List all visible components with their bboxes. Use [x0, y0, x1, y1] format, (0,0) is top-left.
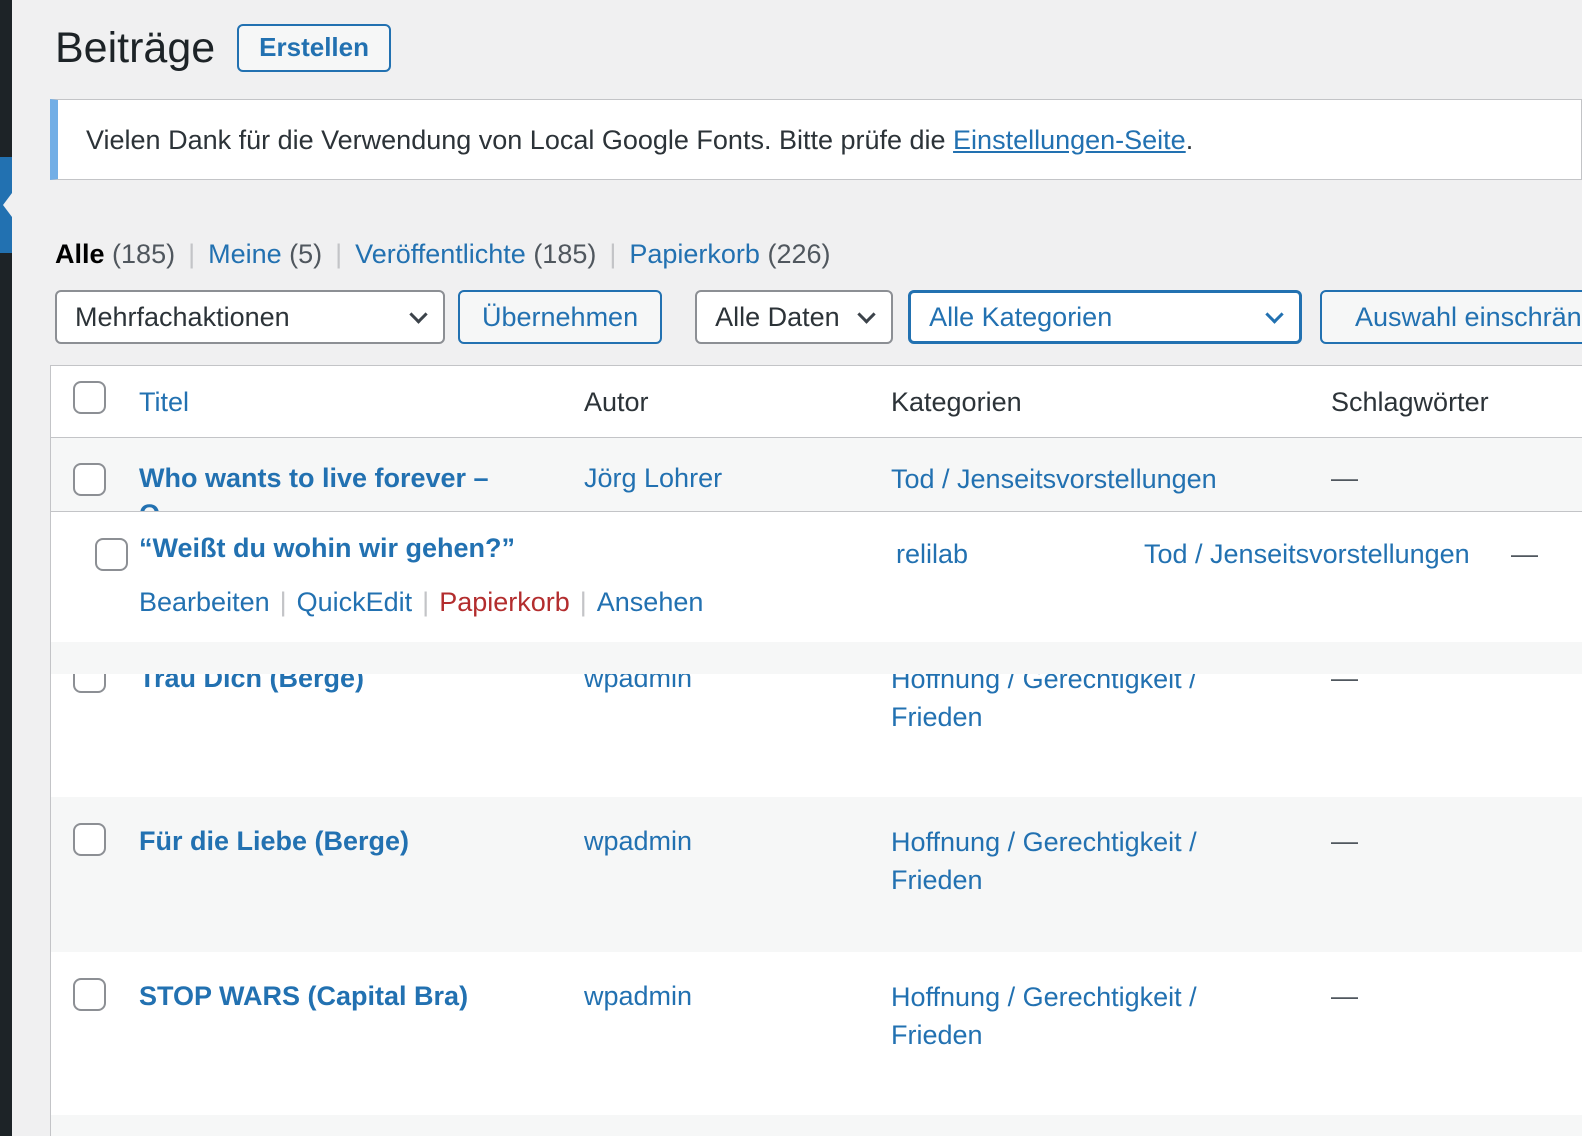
bulk-actions-select[interactable]: Mehrfachaktionen	[55, 290, 445, 344]
view-link-meine[interactable]: Meine (5)	[208, 236, 322, 272]
category-link[interactable]: Hoffnung / Gerechtigkeit /Frieden	[891, 978, 1331, 1054]
admin-menu-strip[interactable]	[0, 0, 12, 1136]
view-action-link[interactable]: Ansehen	[597, 587, 704, 617]
page-header: Beiträge Erstellen	[55, 22, 391, 74]
tags-value: —	[1331, 674, 1582, 696]
separator: |	[280, 587, 287, 617]
author-link[interactable]: Jörg Lohrer	[584, 463, 722, 493]
separator: |	[335, 236, 342, 272]
author-link[interactable]: wpadmin	[584, 981, 692, 1011]
list-toolbar: Mehrfachaktionen Übernehmen Alle Daten A…	[55, 290, 1582, 344]
post-title-link[interactable]: Who wants to live forever –	[139, 460, 584, 496]
category-filter-select[interactable]: Alle Kategorien	[908, 290, 1302, 344]
admin-menu-current-item[interactable]	[0, 157, 12, 253]
row-actions: Bearbeiten | QuickEdit | Papierkorb | Ansehen	[139, 584, 703, 620]
separator: |	[609, 236, 616, 272]
table-row: STOP WARS (Capital Bra) wpadmin Hoffnung…	[51, 952, 1582, 1115]
author-link[interactable]: relilab	[896, 536, 968, 572]
post-title-link[interactable]: “Weißt du wohin wir gehen?”	[139, 530, 515, 566]
separator: |	[580, 587, 587, 617]
view-link-alle[interactable]: Alle (185)	[55, 236, 175, 272]
chevron-down-icon	[857, 305, 875, 323]
notice-text-before: Vielen Dank für die Verwendung von Local…	[86, 125, 953, 155]
date-filter-value: Alle Daten	[715, 299, 840, 335]
trash-action-link[interactable]: Papierkorb	[439, 587, 570, 617]
category-link[interactable]: Tod / Jenseitsvorstellungen	[1144, 536, 1470, 572]
author-header: Autor	[584, 384, 891, 420]
view-link-papierkorb[interactable]: Papierkorb (226)	[629, 236, 830, 272]
filter-button[interactable]: Auswahl einschränken	[1320, 290, 1582, 344]
separator: |	[422, 587, 429, 617]
apply-button[interactable]: Übernehmen	[458, 290, 662, 344]
category-filter-value: Alle Kategorien	[929, 299, 1112, 335]
row-checkbox[interactable]	[95, 538, 128, 571]
edit-action-link[interactable]: Bearbeiten	[139, 587, 270, 617]
row-checkbox[interactable]	[73, 823, 106, 856]
tags-value: —	[1331, 823, 1582, 859]
next-row-band	[51, 1115, 1582, 1136]
categories-header: Kategorien	[891, 384, 1331, 420]
post-title-link[interactable]: Für die Liebe (Berge)	[139, 826, 409, 856]
category-link[interactable]: Tod / Jenseitsvorstellungen	[891, 460, 1331, 498]
chevron-down-icon	[1265, 305, 1283, 323]
row-checkbox[interactable]	[73, 463, 106, 496]
author-link[interactable]: wpadmin	[584, 826, 692, 856]
tags-value: —	[1511, 536, 1538, 572]
tags-value: —	[1331, 460, 1582, 496]
table-header-row: Titel Autor Kategorien Schlagwörter	[51, 366, 1582, 438]
table-row: Trau Dich (Berge) wpadmin Hoffnung / Ger…	[51, 674, 1582, 797]
view-link-veroeffentlichte[interactable]: Veröffentlichte (185)	[355, 236, 596, 272]
author-link[interactable]: wpadmin	[584, 674, 692, 693]
table-row: Who wants to live forever – Q Jörg Lohre…	[51, 438, 1582, 511]
bulk-actions-value: Mehrfachaktionen	[75, 299, 290, 335]
tags-value: —	[1331, 978, 1582, 1014]
category-link[interactable]: Hoffnung / Gerechtigkeit /Frieden	[891, 823, 1331, 899]
view-filter-links: Alle (185) | Meine (5) | Veröffentlichte…	[55, 236, 830, 272]
row-checkbox[interactable]	[73, 978, 106, 1011]
notice-text: Vielen Dank für die Verwendung von Local…	[86, 122, 1193, 158]
page-title: Beiträge	[55, 22, 215, 74]
tags-header: Schlagwörter	[1331, 384, 1582, 420]
quickedit-action-link[interactable]: QuickEdit	[297, 587, 413, 617]
notice-text-suffix: .	[1186, 125, 1194, 155]
chevron-down-icon	[409, 305, 427, 323]
post-title-link[interactable]: STOP WARS (Capital Bra)	[139, 981, 468, 1011]
date-filter-select[interactable]: Alle Daten	[695, 290, 893, 344]
table-row: Für die Liebe (Berge) wpadmin Hoffnung /…	[51, 797, 1582, 952]
sort-title-header[interactable]: Titel	[139, 387, 189, 417]
create-post-button[interactable]: Erstellen	[237, 24, 391, 72]
select-all-checkbox[interactable]	[73, 381, 106, 414]
posts-table: Titel Autor Kategorien Schlagwörter Who …	[50, 365, 1582, 1136]
post-title-link-line2[interactable]: Q	[139, 496, 584, 511]
notice-banner: Vielen Dank für die Verwendung von Local…	[50, 99, 1582, 180]
row-spacer-band	[51, 642, 1582, 674]
post-title-link[interactable]: Trau Dich (Berge)	[139, 674, 364, 693]
row-checkbox[interactable]	[73, 674, 106, 693]
table-row: “Weißt du wohin wir gehen?” Bearbeiten | Q…	[51, 511, 1582, 642]
separator: |	[188, 236, 195, 272]
settings-page-link[interactable]: Einstellungen-Seite	[953, 125, 1186, 155]
category-link[interactable]: Hoffnung / Gerechtigkeit /Frieden	[891, 674, 1331, 736]
